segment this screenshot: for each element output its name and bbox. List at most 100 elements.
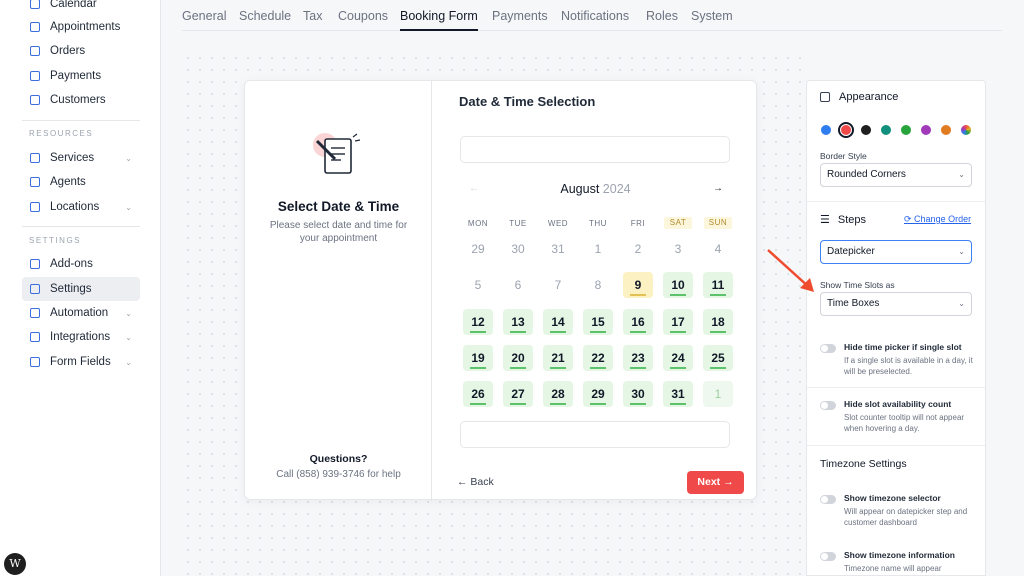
questions-call: Call (858) 939-3746 for help bbox=[276, 469, 401, 480]
border-style-select[interactable]: Rounded Corners ⌄ bbox=[820, 163, 972, 187]
sidebar-item-customers[interactable]: Customers bbox=[22, 88, 140, 112]
calendar-day[interactable]: 13 bbox=[503, 309, 533, 335]
calendar-day[interactable]: 22 bbox=[583, 345, 613, 371]
orders-icon bbox=[30, 46, 40, 56]
prev-month-icon[interactable]: ← bbox=[469, 183, 479, 194]
sidebar-item-appointments[interactable]: Appointments bbox=[22, 15, 140, 39]
tab-schedule[interactable]: Schedule bbox=[239, 9, 291, 23]
date-time-illustration-icon bbox=[313, 133, 361, 174]
left-title: Select Date & Time bbox=[277, 199, 400, 214]
calendar-day[interactable]: 9 bbox=[623, 272, 653, 298]
tab-payments[interactable]: Payments bbox=[492, 9, 548, 23]
calendar-day: 29 bbox=[471, 242, 485, 256]
services-icon bbox=[30, 153, 40, 163]
timezone-heading: Timezone Settings bbox=[820, 458, 907, 470]
calendar-day[interactable]: 31 bbox=[663, 381, 693, 407]
calendar-day[interactable]: 27 bbox=[503, 381, 533, 407]
calendar-day[interactable]: 24 bbox=[663, 345, 693, 371]
weekday-label: MON bbox=[467, 219, 489, 228]
tab-roles[interactable]: Roles bbox=[646, 9, 678, 23]
color-swatch[interactable] bbox=[881, 125, 891, 135]
sidebar-item-add-ons[interactable]: Add-ons bbox=[22, 252, 140, 276]
calendar-day[interactable]: 28 bbox=[543, 381, 573, 407]
calendar-day[interactable]: 30 bbox=[623, 381, 653, 407]
sidebar-item-form-fields[interactable]: Form Fields ⌄ bbox=[22, 350, 140, 374]
color-swatch[interactable] bbox=[838, 122, 854, 138]
color-swatch[interactable] bbox=[861, 125, 871, 135]
calendar-day[interactable]: 29 bbox=[583, 381, 613, 407]
sidebar-item-settings[interactable]: Settings bbox=[22, 277, 140, 301]
booking-side-panel: Select Date & Time Please select date an… bbox=[245, 81, 432, 501]
steps-heading: ☰ Steps bbox=[820, 213, 867, 227]
toggle-title: Hide time picker if single slot bbox=[844, 342, 962, 352]
calendar-day[interactable]: 25 bbox=[703, 345, 733, 371]
calendar-day[interactable]: 1 bbox=[703, 381, 733, 407]
tab-notifications[interactable]: Notifications bbox=[561, 9, 629, 23]
calendar-day[interactable]: 15 bbox=[583, 309, 613, 335]
time-slots-select[interactable]: Time Boxes ⌄ bbox=[820, 292, 972, 316]
next-button[interactable]: Next → bbox=[687, 471, 744, 494]
steps-select[interactable]: Datepicker ⌄ bbox=[820, 240, 972, 264]
toggle-switch[interactable] bbox=[820, 495, 836, 504]
chevron-down-icon: ⌄ bbox=[125, 357, 132, 367]
sidebar-item-label: Form Fields bbox=[50, 356, 111, 368]
integrations-icon bbox=[30, 332, 40, 342]
toggle-switch[interactable] bbox=[820, 344, 836, 353]
tab-booking-form[interactable]: Booking Form bbox=[400, 9, 478, 23]
color-swatch[interactable] bbox=[901, 125, 911, 135]
form-fields-icon bbox=[30, 357, 40, 367]
tab-coupons[interactable]: Coupons bbox=[338, 9, 388, 23]
calendar-day[interactable]: 21 bbox=[543, 345, 573, 371]
calendar-day[interactable]: 11 bbox=[703, 272, 733, 298]
sidebar-item-orders[interactable]: Orders bbox=[22, 39, 140, 63]
calendar-day[interactable]: 19 bbox=[463, 345, 493, 371]
calendar-day[interactable]: 20 bbox=[503, 345, 533, 371]
sidebar-item-services[interactable]: Services ⌄ bbox=[22, 146, 140, 170]
tab-general[interactable]: General bbox=[182, 9, 226, 23]
tab-system[interactable]: System bbox=[691, 9, 733, 23]
tab-tax[interactable]: Tax bbox=[303, 9, 322, 23]
color-swatch[interactable] bbox=[921, 125, 931, 135]
calendar-day[interactable]: 10 bbox=[663, 272, 693, 298]
weekday-label: FRI bbox=[630, 219, 646, 228]
back-button[interactable]: ← Back bbox=[457, 476, 494, 488]
toggle-switch[interactable] bbox=[820, 401, 836, 410]
calendar-day[interactable]: 18 bbox=[703, 309, 733, 335]
divider bbox=[22, 226, 140, 227]
calendar-day[interactable]: 14 bbox=[543, 309, 573, 335]
toggle-description: Slot counter tooltip will not appear whe… bbox=[844, 413, 965, 433]
next-month-icon[interactable]: → bbox=[713, 183, 723, 194]
calendar-day[interactable]: 26 bbox=[463, 381, 493, 407]
sidebar: Calendar Appointments Orders Payments Custom… bbox=[0, 0, 161, 576]
chevron-down-icon: ⌄ bbox=[958, 247, 965, 256]
booking-form-preview: Select Date & Time Please select date an… bbox=[244, 80, 757, 501]
sidebar-item-automation[interactable]: Automation ⌄ bbox=[22, 301, 140, 325]
sidebar-item-calendar[interactable]: Calendar bbox=[22, 0, 140, 16]
sidebar-item-agents[interactable]: Agents bbox=[22, 170, 140, 194]
sidebar-item-integrations[interactable]: Integrations ⌄ bbox=[22, 325, 140, 349]
calendar-day: 30 bbox=[511, 242, 525, 256]
sidebar-item-label: Customers bbox=[50, 94, 106, 106]
calendar-day[interactable]: 23 bbox=[623, 345, 653, 371]
color-swatch[interactable] bbox=[961, 125, 971, 135]
sidebar-item-label: Calendar bbox=[50, 0, 97, 10]
chevron-down-icon: ⌄ bbox=[125, 308, 132, 318]
time-slots-label: Show Time Slots as bbox=[820, 280, 895, 290]
sidebar-item-label: Services bbox=[50, 152, 95, 164]
toggle-switch[interactable] bbox=[820, 552, 836, 561]
calendar-day[interactable]: 12 bbox=[463, 309, 493, 335]
color-swatch[interactable] bbox=[821, 125, 831, 135]
change-order-link[interactable]: ⟳ Change Order bbox=[904, 214, 971, 225]
sidebar-item-label: Settings bbox=[50, 283, 92, 295]
sidebar-item-label: Integrations bbox=[50, 331, 111, 343]
sidebar-item-payments[interactable]: Payments bbox=[22, 64, 140, 88]
sidebar-item-label: Locations bbox=[50, 201, 100, 213]
wordpress-logo-icon[interactable]: W bbox=[4, 553, 26, 575]
calendar-day[interactable]: 16 bbox=[623, 309, 653, 335]
red-annotation-arrow-icon bbox=[767, 249, 814, 292]
appointments-icon bbox=[30, 22, 40, 32]
sidebar-item-locations[interactable]: Locations ⌄ bbox=[22, 195, 140, 219]
calendar-day[interactable]: 17 bbox=[663, 309, 693, 335]
settings-tabs: General Schedule Tax Coupons Booking Form Pay… bbox=[182, 0, 1002, 31]
color-swatch[interactable] bbox=[941, 125, 951, 135]
